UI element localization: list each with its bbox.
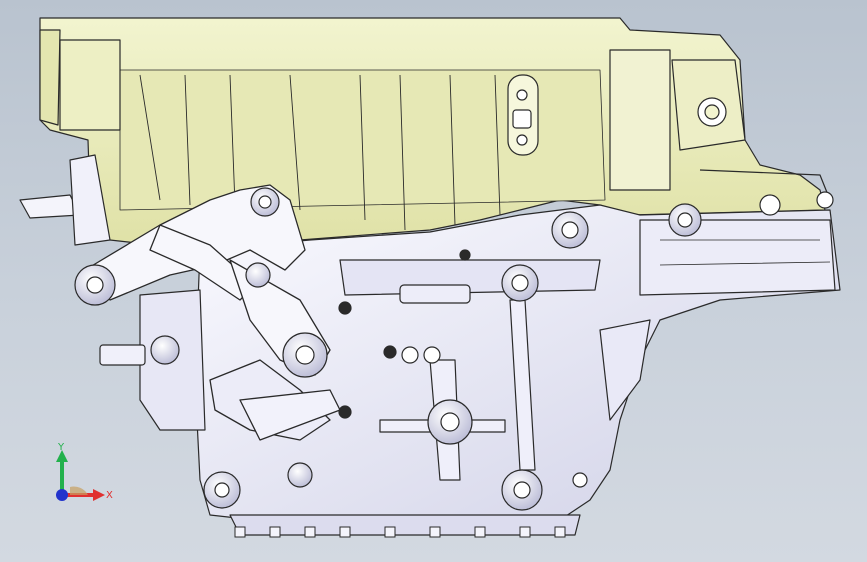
xy-plane-marker	[70, 486, 88, 495]
y-axis-label: Y	[57, 442, 65, 453]
axis-triad-icon: Y X	[56, 442, 113, 501]
transmission-housing-model[interactable]	[0, 0, 867, 562]
cad-graphics-viewport[interactable]: Y X	[0, 0, 867, 562]
x-arrowhead	[93, 489, 105, 501]
z-axis-dot	[56, 489, 68, 501]
x-axis-label: X	[106, 490, 113, 501]
